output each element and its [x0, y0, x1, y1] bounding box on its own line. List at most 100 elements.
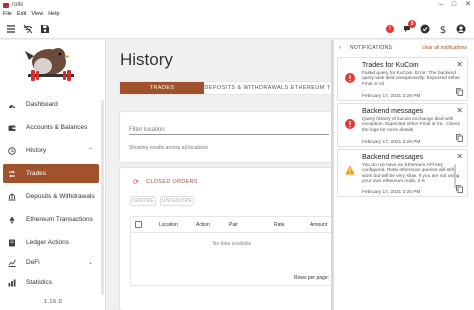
close-icon[interactable]: ✕ — [456, 60, 463, 69]
closed-orders-card: ⟳ CLOSED ORDERS IGNORE UNIGNORE Location… — [120, 168, 333, 310]
copy-icon[interactable] — [456, 185, 463, 193]
trades-table: Location Action Pair Rate Amount No data… — [130, 216, 333, 286]
app-toolbar: ! 3 $ — [0, 19, 474, 39]
closed-orders-title: CLOSED ORDERS — [146, 179, 198, 185]
close-icon[interactable]: ✕ — [456, 152, 463, 161]
sidebar-item-trades[interactable]: Trades — [3, 164, 99, 183]
location-filter-input[interactable]: Filter location — [129, 123, 329, 135]
notification-item: Backend messages Query history of kucoin… — [337, 103, 468, 147]
page-title: History — [120, 50, 173, 69]
tab-deposits-withdrawals[interactable]: DEPOSITS & WITHDRAWALS — [204, 82, 289, 94]
copy-icon[interactable] — [456, 88, 463, 96]
close-window-button[interactable]: ✕ — [465, 0, 471, 10]
error-dot: ! — [386, 25, 394, 33]
sidebar-item-label: Ethereum Transactions — [26, 216, 93, 223]
notification-title: Backend messages — [362, 154, 424, 161]
sidebar-item-history[interactable]: History ⌃ — [3, 141, 99, 160]
notification-date: February 17, 2021 3:29 PM — [362, 140, 421, 145]
location-filter-card: Filter location Showing results across a… — [120, 112, 332, 162]
sidebar-item-label: Trades — [26, 170, 46, 177]
window-controls: – □ ✕ — [439, 0, 471, 10]
sidebar-item-label: Ledger Actions — [26, 239, 70, 246]
refresh-icon[interactable]: ⟳ — [133, 178, 139, 186]
main-content: History TRADES DEPOSITS & WITHDRAWALS ET… — [107, 40, 333, 310]
select-all-checkbox[interactable] — [135, 221, 142, 228]
table-header: Location Action Pair Rate Amount — [131, 217, 333, 233]
window-title: rotki — [12, 2, 24, 8]
minimize-button[interactable]: – — [439, 0, 443, 10]
notifications-icon[interactable]: 3 — [401, 20, 416, 35]
sidebar-item-deposits-withdrawals[interactable]: Deposits & Withdrawals — [3, 187, 99, 206]
collapse-arrow-icon[interactable]: › — [339, 40, 341, 56]
clear-all-notifications-button[interactable]: clear all notifications — [422, 40, 467, 56]
closed-orders-header: ⟳ CLOSED ORDERS — [133, 178, 198, 186]
menu-edit[interactable]: Edit — [17, 10, 26, 19]
filter-hint: Showing results across all locations — [129, 145, 208, 151]
column-action[interactable]: Action — [196, 222, 210, 228]
notification-panel-header: › NOTIFICATIONS clear all notifications — [334, 40, 474, 56]
history-icon — [7, 146, 16, 155]
column-amount[interactable]: Amount — [310, 222, 327, 228]
menu-file[interactable]: File — [3, 10, 12, 19]
sidebar-item-dashboard[interactable]: Dashboard — [3, 95, 99, 114]
history-tabs: TRADES DEPOSITS & WITHDRAWALS ETHEREUM T — [120, 82, 332, 94]
rotki-logo — [25, 48, 74, 81]
sidebar-item-defi[interactable]: DeFi ⌄ — [3, 253, 99, 272]
no-data-message: No data available — [212, 241, 252, 247]
notification-item: Backend messages You do not have an Ethe… — [337, 149, 468, 197]
sidebar-item-label: Deposits & Withdrawals — [26, 193, 95, 200]
chevron-down-icon: ⌄ — [87, 260, 93, 266]
close-icon[interactable]: ✕ — [456, 106, 463, 115]
notification-date: February 17, 2021 3:25 PM — [362, 190, 421, 195]
chart-icon — [7, 278, 16, 287]
error-icon — [345, 73, 355, 83]
account-circle-icon[interactable] — [455, 23, 467, 35]
wifi-off-icon[interactable] — [22, 23, 34, 35]
column-pair[interactable]: Pair — [229, 222, 238, 228]
save-icon[interactable] — [39, 23, 51, 35]
app-version: 1.16.0 — [43, 299, 63, 305]
column-rate[interactable]: Rate — [274, 222, 285, 228]
notification-date: February 17, 2021 3:29 PM — [362, 94, 421, 99]
tab-ethereum-transactions[interactable]: ETHEREUM T — [289, 82, 332, 94]
column-location[interactable]: Location — [159, 222, 178, 228]
notification-body: Failed query for KuCoin. Error: The back… — [362, 71, 461, 87]
notification-panel: › NOTIFICATIONS clear all notifications … — [333, 40, 474, 310]
sidebar-item-label: Dashboard — [26, 101, 58, 108]
rows-per-page-label: Rows per page: — [293, 275, 329, 281]
sidebar-item-label: Accounts & Balances — [26, 124, 88, 131]
ethereum-icon — [7, 215, 16, 224]
menu-help[interactable]: Help — [48, 10, 59, 19]
sidebar-item-ledger-actions[interactable]: Ledger Actions — [3, 233, 99, 252]
menu-bar: File Edit View Help — [0, 10, 474, 19]
notification-body: Query history of kucoin exchange died wi… — [362, 117, 460, 133]
svg-text:$: $ — [440, 25, 446, 34]
finance-icon — [7, 258, 16, 267]
notification-title: Backend messages — [362, 108, 424, 115]
sidebar-item-statistics[interactable]: Statistics — [3, 273, 99, 292]
wallet-icon — [7, 123, 16, 132]
ignore-button[interactable]: IGNORE — [130, 196, 156, 206]
check-circle-icon[interactable] — [419, 23, 431, 35]
menu-view[interactable]: View — [31, 10, 43, 19]
unignore-button[interactable]: UNIGNORE — [160, 196, 194, 206]
dollar-icon[interactable]: $ — [437, 23, 449, 35]
swap-icon — [7, 169, 16, 178]
app-icon — [3, 2, 9, 8]
sidebar-scrollbar[interactable] — [101, 100, 104, 295]
menu-icon[interactable] — [5, 23, 17, 35]
notification-item: Trades for KuCoin Failed query for KuCoi… — [337, 57, 468, 101]
maximize-button[interactable]: □ — [452, 0, 456, 10]
sidebar-item-accounts-balances[interactable]: Accounts & Balances — [3, 118, 99, 137]
sidebar-item-label: Statistics — [26, 279, 53, 286]
dashboard-icon — [7, 100, 16, 109]
copy-icon[interactable] — [456, 134, 463, 142]
book-icon — [7, 238, 16, 247]
bank-transfer-icon — [7, 192, 16, 201]
sidebar-item-ethereum-transactions[interactable]: Ethereum Transactions — [3, 210, 99, 229]
sidebar-item-label: History — [26, 147, 47, 154]
tab-trades[interactable]: TRADES — [120, 82, 204, 94]
error-icon — [345, 119, 355, 129]
error-indicator-icon[interactable]: ! — [384, 23, 396, 35]
warning-icon — [345, 165, 355, 175]
